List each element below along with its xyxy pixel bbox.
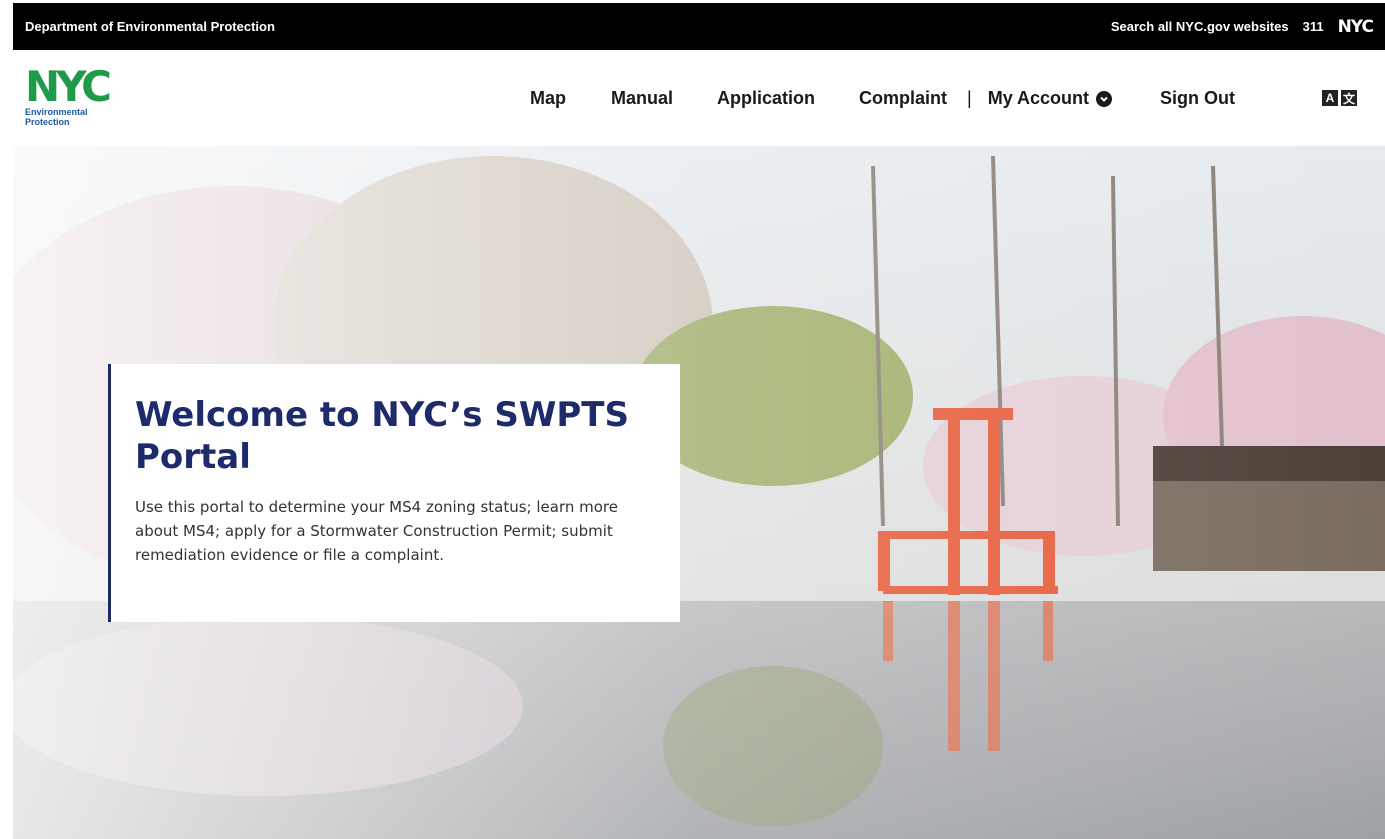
nav-map[interactable]: Map <box>530 88 566 109</box>
top-bar: Department of Environmental Protection S… <box>13 3 1385 50</box>
nav-manual[interactable]: Manual <box>611 88 673 109</box>
nav-my-account[interactable]: My Account <box>987 88 1113 109</box>
nav-application[interactable]: Application <box>717 88 815 109</box>
nyc-logo-mark: NYC <box>25 67 114 105</box>
svg-text:NYC: NYC <box>25 67 110 105</box>
translate-icon[interactable]: A文 <box>1322 90 1357 106</box>
top-bar-links: Search all NYC.gov websites 311 NYC <box>1111 17 1374 37</box>
phone-311-link[interactable]: 311 <box>1303 19 1324 34</box>
dep-logo[interactable]: NYC Environmental Protection <box>25 67 135 133</box>
department-link[interactable]: Department of Environmental Protection <box>25 19 275 34</box>
my-account-label: My Account <box>987 88 1090 108</box>
nav-complaint[interactable]: Complaint <box>859 88 947 109</box>
nyc-gov-logo[interactable]: NYC <box>1338 17 1374 37</box>
nav-separator: | <box>967 88 972 108</box>
hero-banner: Welcome to NYC’s SWPTS Portal Use this p… <box>13 146 1385 839</box>
search-nyc-link[interactable]: Search all NYC.gov websites <box>1111 19 1289 34</box>
hero-title: Welcome to NYC’s SWPTS Portal <box>135 395 629 477</box>
main-nav: Map Manual Application Complaint | My Ac… <box>530 88 1235 109</box>
nav-sign-out[interactable]: Sign Out <box>1160 88 1235 109</box>
logo-line-2: Protection <box>25 117 70 127</box>
site-header: NYC Environmental Protection Map Manual … <box>13 50 1385 146</box>
welcome-card: Welcome to NYC’s SWPTS Portal Use this p… <box>108 364 680 622</box>
chevron-down-icon <box>1096 90 1113 107</box>
hero-description: Use this portal to determine your MS4 zo… <box>135 498 619 564</box>
logo-line-1: Environmental <box>25 107 88 117</box>
